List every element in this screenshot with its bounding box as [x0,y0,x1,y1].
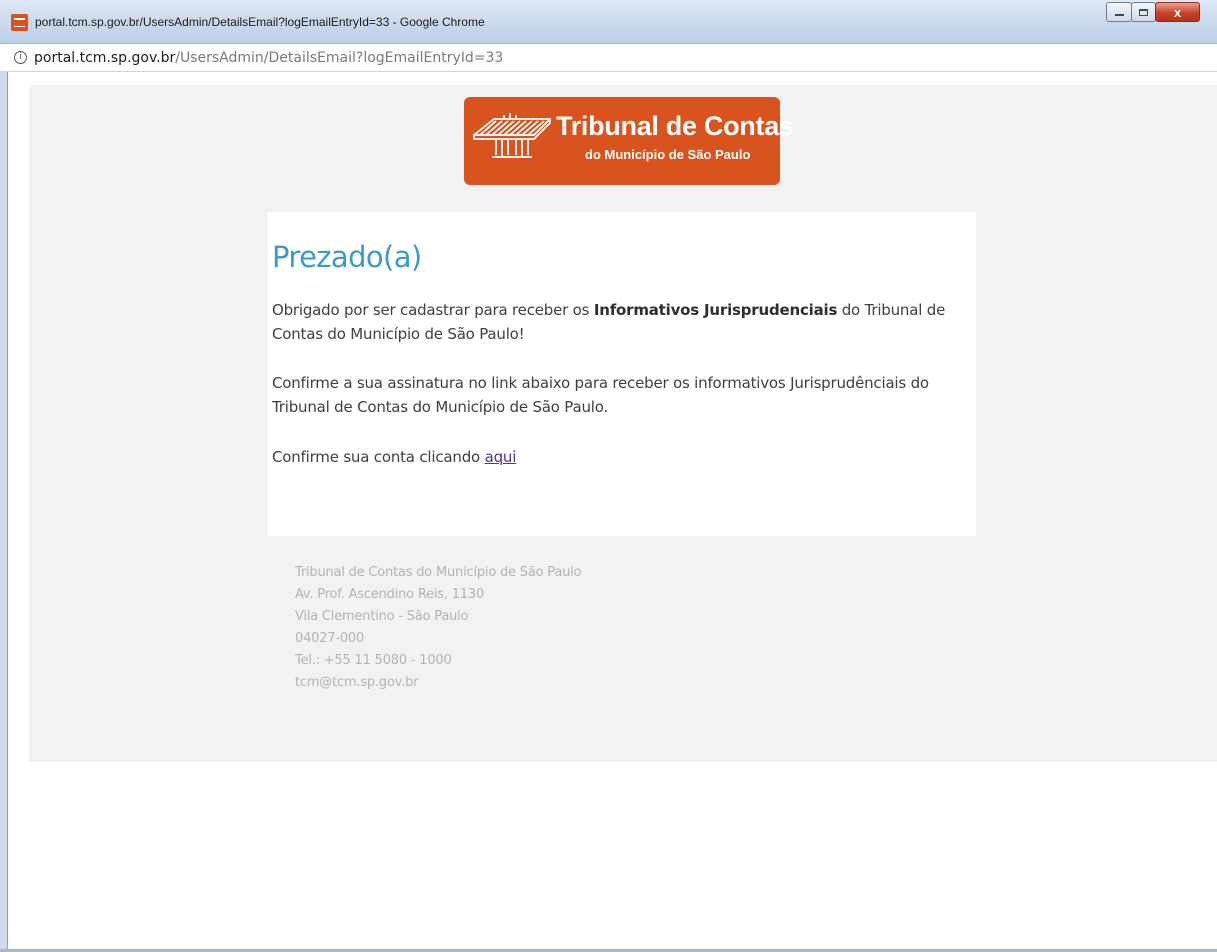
minimize-button[interactable] [1106,2,1132,22]
tcm-logo: Tribunal de Contas do Município de São P… [464,97,794,185]
address-bar[interactable]: i portal.tcm.sp.gov.br/UsersAdmin/Detail… [0,44,1217,72]
url-path: /UsersAdmin/DetailsEmail?logEmailEntryId… [175,50,504,66]
paragraph-thanks: Obrigado por ser cadastrar para receber … [272,298,972,346]
footer-email: tcm@tcm.sp.gov.br [295,675,419,690]
maximize-button[interactable] [1131,2,1156,22]
footer-org: Tribunal de Contas do Município de São P… [295,565,582,580]
info-icon[interactable]: i [14,51,27,64]
email-card: Prezado(a) Obrigado por ser cadastrar pa… [268,212,976,536]
url-text[interactable]: portal.tcm.sp.gov.br/UsersAdmin/DetailsE… [34,50,503,66]
paragraph-confirm: Confirme a sua assinatura no link abaixo… [272,374,929,416]
footer-phone: Tel.: +55 11 5080 - 1000 [295,653,452,668]
close-icon: x [1173,4,1182,20]
window-title: portal.tcm.sp.gov.br/UsersAdmin/DetailsE… [35,15,485,29]
url-host: portal.tcm.sp.gov.br [34,50,176,66]
site-favicon-icon [11,14,28,31]
window-titlebar[interactable]: portal.tcm.sp.gov.br/UsersAdmin/DetailsE… [0,0,1217,44]
window-frame-left [0,72,8,952]
logo-title: Tribunal de Contas [556,111,794,141]
email-footer: Tribunal de Contas do Município de São P… [295,562,582,694]
footer-street: Av. Prof. Ascendino Reis, 1130 [295,587,485,602]
confirm-link[interactable]: aqui [485,448,517,466]
footer-district: Vila Clementino - São Paulo [295,609,469,624]
confirm-link-label: Confirme sua conta clicando [272,448,485,466]
close-button[interactable]: x [1155,2,1200,22]
building-logo-icon [473,113,551,158]
minimize-icon [1114,14,1124,16]
email-greeting: Prezado(a) [272,240,422,274]
footer-zip: 04027-000 [295,631,365,646]
paragraph-thanks-start: Obrigado por ser cadastrar para receber … [272,301,594,319]
maximize-icon [1139,8,1148,16]
paragraph-confirm-link: Confirme sua conta clicando aqui [272,445,972,469]
logo-subtitle: do Município de São Paulo [585,147,751,162]
paragraph-thanks-bold: Informativos Jurisprudenciais [593,301,838,319]
